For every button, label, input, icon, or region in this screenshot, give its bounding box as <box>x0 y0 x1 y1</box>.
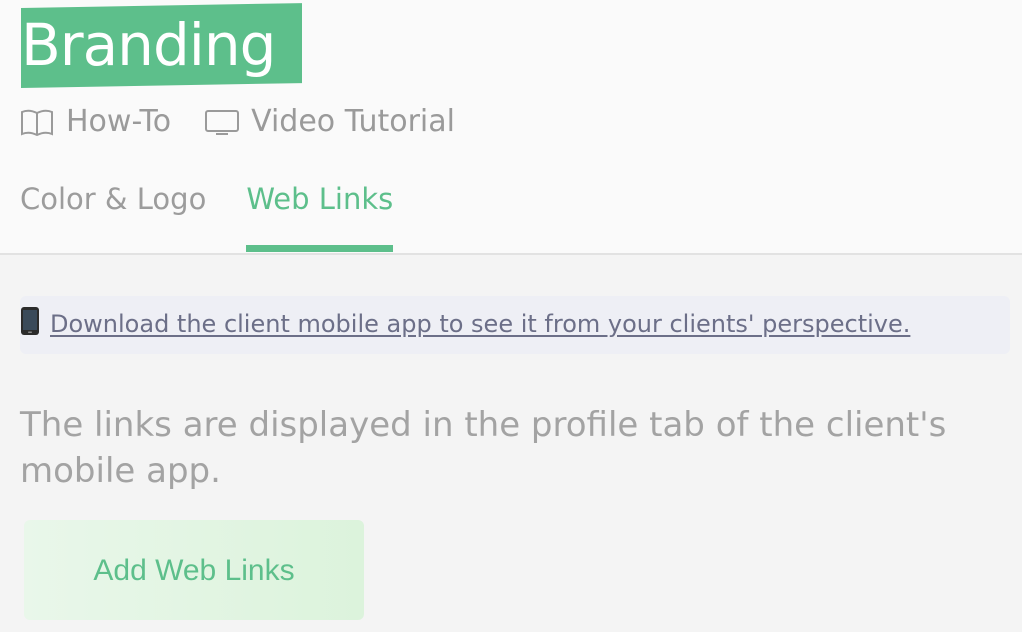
web-links-description: The links are displayed in the profile t… <box>20 405 947 491</box>
page-title: Branding <box>21 11 276 79</box>
video-tutorial-link[interactable]: Video Tutorial <box>205 100 455 144</box>
download-app-banner: Download the client mobile app to see it… <box>20 296 1010 354</box>
tv-icon <box>205 107 241 137</box>
tab-color-logo[interactable]: Color & Logo <box>20 176 206 254</box>
tab-web-links[interactable]: Web Links <box>246 176 393 254</box>
tab-bar: Color & Logo Web Links <box>20 176 393 254</box>
video-tutorial-label: Video Tutorial <box>251 104 455 139</box>
download-app-text: Download the client mobile app to see it… <box>50 309 911 338</box>
download-app-link[interactable]: Download the client mobile app to see it… <box>20 306 910 345</box>
book-icon <box>20 107 56 137</box>
how-to-link[interactable]: How-To <box>20 100 171 144</box>
page-header: Branding How-To Video Tutorial Color & L… <box>0 0 1022 255</box>
add-web-links-button[interactable]: Add Web Links <box>24 520 364 620</box>
help-links: How-To Video Tutorial <box>20 100 455 144</box>
how-to-label: How-To <box>66 104 172 139</box>
title-block: Branding <box>21 3 302 89</box>
mobile-phone-icon <box>20 306 40 345</box>
